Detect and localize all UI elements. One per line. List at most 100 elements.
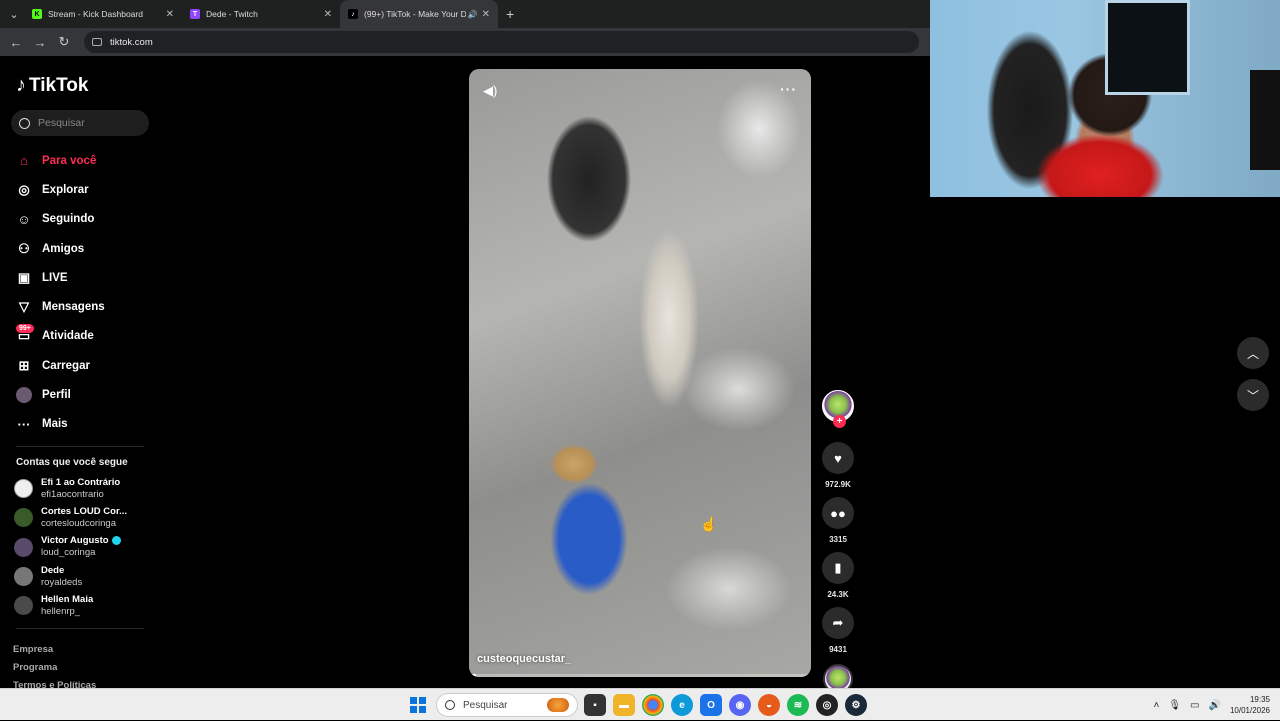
footer-link-empresa[interactable]: Empresa (13, 641, 96, 659)
webcam-window (1105, 0, 1190, 95)
account-name: Hellen Maia (41, 593, 94, 605)
taskbar-apps: ▪ ▬ e O ◉ ◒ ≋ ◎ ⚙ (584, 694, 874, 716)
mouse-cursor: ☝ (700, 516, 718, 532)
search-placeholder: Pesquisar (38, 117, 85, 129)
chevron-up-icon[interactable]: ˄ (1154, 700, 1160, 711)
upload-icon: ⊞ (18, 357, 30, 373)
account-handle: efi1aocontrario (41, 488, 104, 500)
system-tray: ˄ 🎙 ▭ 🔊 19:35 10/01/2026 (1154, 689, 1271, 721)
creator-avatar[interactable]: + (822, 390, 854, 428)
volume-icon[interactable]: 🔊 (1209, 700, 1221, 711)
windows-start-icon[interactable] (410, 697, 426, 713)
outlook-icon[interactable]: O (700, 694, 722, 716)
site-info-icon[interactable] (92, 38, 102, 46)
notification-badge: 99+ (16, 323, 34, 333)
address-bar[interactable]: tiktok.com (84, 31, 919, 53)
discord-icon[interactable]: ◉ (729, 694, 751, 716)
reload-icon[interactable]: ↻ (52, 34, 76, 50)
tab-twitch[interactable]: T Dede - Twitch ✕ (182, 0, 340, 28)
bookmark-icon[interactable]: ▮ (822, 552, 854, 584)
more-options-icon[interactable]: ··· (780, 81, 797, 97)
following-header: Contas que você segue (16, 457, 128, 468)
menu-item-perfil[interactable]: Perfil (16, 380, 105, 409)
menu-item-mensagens[interactable]: ▽ Mensagens (16, 292, 105, 321)
taskbar-search-placeholder: Pesquisar (463, 699, 508, 711)
video-author[interactable]: custeoquecustar_ (477, 653, 571, 665)
scroll-down-button[interactable]: ﹀ (1237, 379, 1269, 411)
scroll-up-button[interactable]: ︿ (1237, 337, 1269, 369)
save-action[interactable]: ▮ 24.3K (821, 552, 855, 599)
microphone-icon[interactable]: 🎙 (1168, 700, 1181, 711)
following-account[interactable]: Victor Augusto loud_coringa (14, 533, 127, 562)
back-icon[interactable]: ← (4, 35, 28, 50)
compass-icon: ◎ (18, 181, 30, 197)
comment-icon[interactable]: ●● (822, 497, 854, 529)
menu-item-para-voce[interactable]: ⌂ Para você (16, 146, 105, 175)
menu-label: Perfil (42, 389, 71, 402)
comment-count: 3315 (829, 535, 847, 544)
video-player[interactable]: ◀) ··· custeoquecustar_ (469, 69, 811, 677)
home-icon: ⌂ (20, 153, 28, 169)
volume-icon[interactable]: ◀) (483, 83, 497, 99)
taskbar-search[interactable]: Pesquisar (436, 693, 578, 717)
tab-kick[interactable]: K Stream - Kick Dashboard ✕ (24, 0, 182, 28)
follow-plus-icon[interactable]: + (833, 415, 846, 428)
following-account[interactable]: Dede royaldeds (14, 562, 127, 591)
share-action[interactable]: ➦ 9431 (821, 607, 855, 654)
kick-favicon-icon: K (32, 9, 42, 19)
menu-label: Para você (42, 154, 97, 167)
menu-item-amigos[interactable]: ⚇ Amigos (16, 234, 105, 263)
right-pane: ︿ ﹀ (930, 197, 1280, 688)
tab-search-button[interactable]: ⌄ (4, 4, 24, 24)
heart-icon[interactable]: ♥ (822, 442, 854, 474)
menu-label: Seguindo (42, 213, 95, 226)
more-icon: ··· (17, 416, 31, 432)
menu-item-explorar[interactable]: ◎ Explorar (16, 175, 105, 204)
new-tab-button[interactable]: + (506, 6, 514, 22)
comment-action[interactable]: ●● 3315 (821, 497, 855, 544)
following-account[interactable]: Efi 1 ao Contrário efi1aocontrario (14, 474, 127, 503)
menu-item-atividade[interactable]: ▭ 99+ Atividade (16, 322, 105, 351)
following-account[interactable]: Hellen Maia hellenrp_ (14, 591, 127, 620)
edge-icon[interactable]: e (671, 694, 693, 716)
search-icon (445, 700, 455, 710)
tab-title: Stream - Kick Dashboard (48, 9, 143, 19)
account-name: Efi 1 ao Contrário (41, 476, 121, 488)
account-handle: loud_coringa (41, 547, 96, 559)
footer-link-programa[interactable]: Programa (13, 659, 96, 677)
account-handle: hellenrp_ (41, 605, 81, 617)
menu-item-mais[interactable]: ··· Mais (16, 410, 105, 439)
menu-label: Carregar (42, 359, 90, 372)
close-icon[interactable]: ✕ (324, 9, 332, 20)
like-action[interactable]: ♥ 972.9K (821, 442, 855, 489)
webcam-monitor (1250, 70, 1280, 170)
video-progress[interactable] (469, 674, 811, 677)
task-view-icon[interactable]: ▪ (584, 694, 606, 716)
webcam-overlay (930, 0, 1280, 197)
account-handle: royaldeds (41, 576, 83, 588)
display-icon[interactable]: ▭ (1190, 700, 1199, 711)
menu-label: Amigos (42, 242, 85, 255)
speaker-icon[interactable]: 🔊 (468, 10, 478, 19)
chrome-icon[interactable] (642, 694, 664, 716)
app-icon[interactable]: ◒ (758, 694, 780, 716)
tab-tiktok[interactable]: ♪ (99+) TikTok - Make Your D... 🔊 ✕ (340, 0, 498, 28)
tiktok-logo[interactable]: ♪ TikTok (16, 74, 88, 97)
sidebar: ♪ TikTok Pesquisar ⌂ Para você ◎ Explora… (0, 56, 160, 691)
menu-item-seguindo[interactable]: ☺ Seguindo (16, 205, 105, 234)
following-account[interactable]: Cortes LOUD Cor... cortesloudcoringa (14, 503, 127, 532)
search-input[interactable]: Pesquisar (11, 110, 149, 136)
steam-icon[interactable]: ⚙ (845, 694, 867, 716)
spotify-icon[interactable]: ≋ (787, 694, 809, 716)
close-icon[interactable]: ✕ (166, 9, 174, 20)
close-icon[interactable]: ✕ (482, 9, 490, 20)
file-explorer-icon[interactable]: ▬ (613, 694, 635, 716)
search-highlight-icon (547, 698, 569, 712)
menu-item-carregar[interactable]: ⊞ Carregar (16, 351, 105, 380)
obs-icon[interactable]: ◎ (816, 694, 838, 716)
clock[interactable]: 19:35 10/01/2026 (1230, 694, 1270, 716)
forward-icon[interactable]: → (28, 35, 52, 50)
share-icon[interactable]: ➦ (822, 607, 854, 639)
menu-item-live[interactable]: ▣ LIVE (16, 263, 105, 292)
following-icon: ☺ (17, 211, 31, 227)
